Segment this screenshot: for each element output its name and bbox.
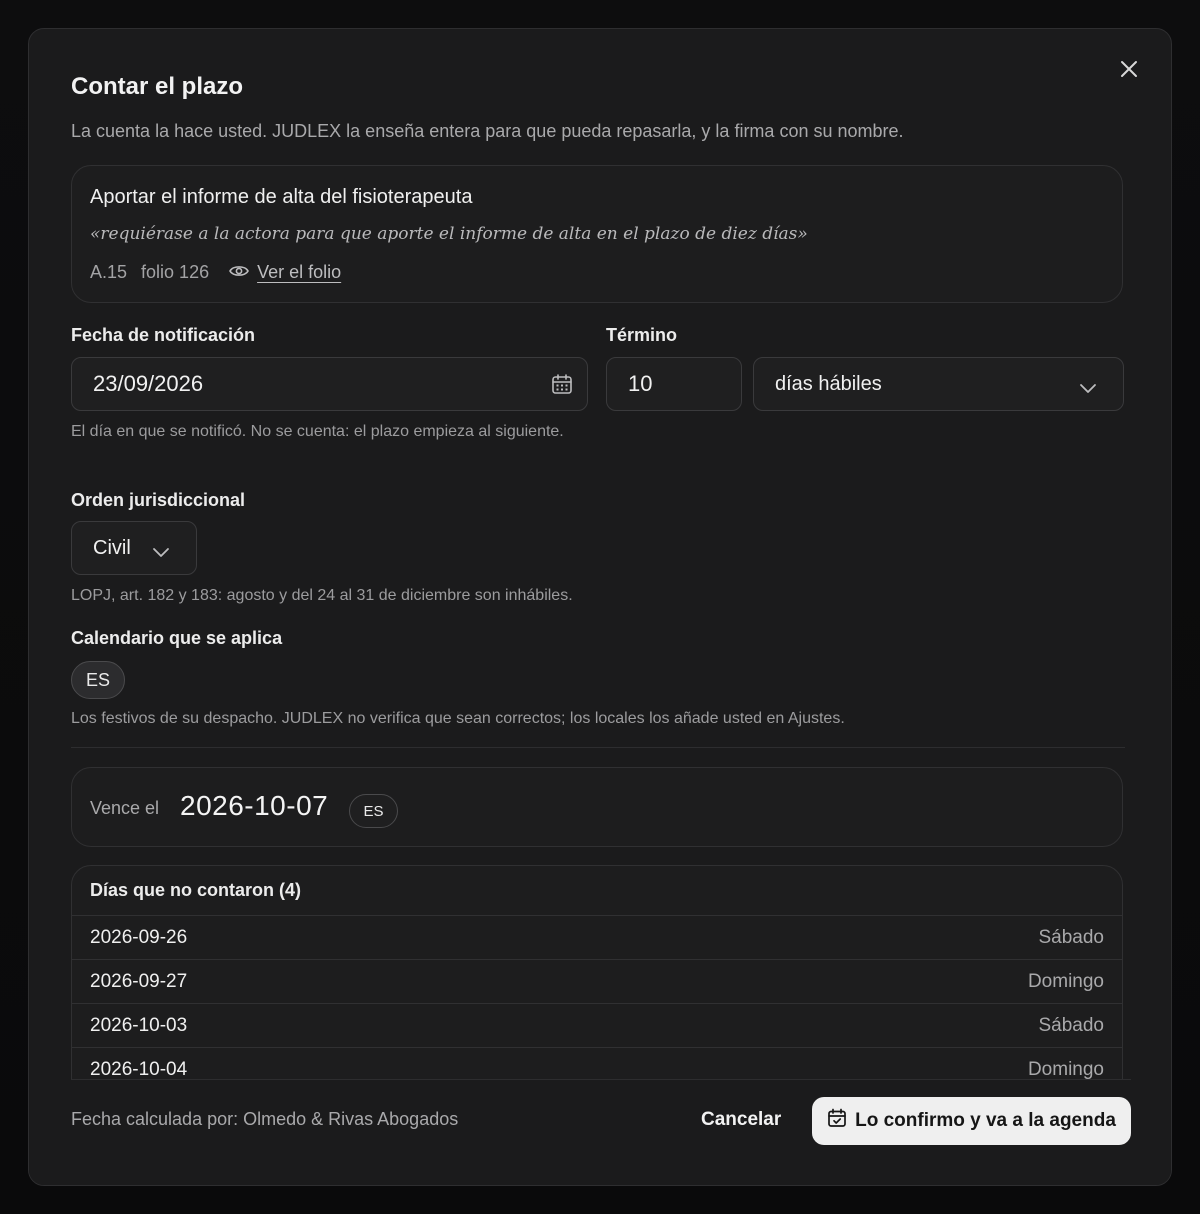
term-unit-value: días hábiles xyxy=(775,372,882,395)
task-meta: A.15 folio 126 Ver el folio xyxy=(90,262,341,283)
due-date: 2026-10-07 xyxy=(180,790,329,821)
term-quantity-input[interactable]: 10 xyxy=(606,357,742,411)
calendar-label: Calendario que se aplica xyxy=(71,628,283,648)
term-quantity-value: 10 xyxy=(628,371,653,396)
skipped-day-date: 2026-10-03 xyxy=(90,1014,188,1036)
notification-help: El día en que se notificó. No se cuenta:… xyxy=(71,423,564,440)
jurisdiction-label: Orden jurisdiccional xyxy=(71,490,246,510)
close-icon xyxy=(1119,59,1139,84)
notification-date-label: Fecha de notificación xyxy=(71,325,256,345)
view-folio-label: Ver el folio xyxy=(257,262,342,282)
cancel-button[interactable]: Cancelar xyxy=(701,1109,781,1131)
calendar-check-icon xyxy=(827,1108,855,1134)
term-unit-select[interactable]: días hábiles xyxy=(753,357,1124,411)
due-calendar-badge: ES xyxy=(349,794,398,828)
result-card: Vence el 2026-10-07 ES xyxy=(71,767,1123,847)
skipped-day-row: 2026-09-27 Domingo xyxy=(72,960,1122,1004)
due-label: Vence el xyxy=(90,798,160,818)
notification-date-field[interactable]: 23/09/2026 xyxy=(71,357,588,411)
jurisdiction-value: Civil xyxy=(93,536,131,559)
skipped-days-title: Días que no contaron (4) xyxy=(72,866,1122,916)
task-ref: A.15 xyxy=(90,262,128,282)
task-card: Aportar el informe de alta del fisiotera… xyxy=(71,165,1123,303)
calendar-icon[interactable] xyxy=(551,373,573,401)
dialog-subtitle: La cuenta la hace usted. JUDLEX la enseñ… xyxy=(71,121,904,141)
skipped-day-weekday: Sábado xyxy=(1038,1014,1104,1036)
skipped-day-weekday: Sábado xyxy=(1038,926,1104,948)
confirm-button[interactable]: Lo confirmo y va a la agenda xyxy=(812,1097,1131,1145)
skipped-day-date: 2026-10-04 xyxy=(90,1058,188,1080)
skipped-day-date: 2026-09-27 xyxy=(90,970,188,992)
confirm-button-label: Lo confirmo y va a la agenda xyxy=(855,1110,1116,1131)
task-quote: «requiérase a la actora para que aporte … xyxy=(90,224,808,244)
skipped-day-weekday: Domingo xyxy=(1027,1058,1104,1080)
chevron-down-icon xyxy=(152,542,170,565)
calculated-by-note: Fecha calculada por: Olmedo & Rivas Abog… xyxy=(71,1109,459,1129)
skipped-day-row: 2026-09-26 Sábado xyxy=(72,916,1122,960)
section-divider xyxy=(71,747,1125,748)
count-deadline-dialog: Contar el plazo La cuenta la hace usted.… xyxy=(28,28,1172,1186)
skipped-day-weekday: Domingo xyxy=(1027,970,1104,992)
task-title: Aportar el informe de alta del fisiotera… xyxy=(90,186,473,208)
calendar-help: Los festivos de su despacho. JUDLEX no v… xyxy=(71,710,845,727)
eye-icon xyxy=(229,262,257,283)
view-folio-link[interactable]: Ver el folio xyxy=(229,262,341,283)
skipped-day-date: 2026-09-26 xyxy=(90,926,188,948)
task-folio: folio 126 xyxy=(141,262,210,282)
notification-date-value: 23/09/2026 xyxy=(93,371,204,396)
close-button[interactable] xyxy=(1115,57,1143,85)
calendar-chip-es[interactable]: ES xyxy=(71,661,125,699)
jurisdiction-help: LOPJ, art. 182 y 183: agosto y del 24 al… xyxy=(71,587,573,604)
skipped-day-row: 2026-10-03 Sábado xyxy=(72,1004,1122,1048)
footer-divider xyxy=(71,1079,1131,1080)
chevron-down-icon xyxy=(1079,378,1097,401)
term-label: Término xyxy=(606,325,678,345)
jurisdiction-select[interactable]: Civil xyxy=(71,521,197,575)
dialog-title: Contar el plazo xyxy=(71,73,244,100)
